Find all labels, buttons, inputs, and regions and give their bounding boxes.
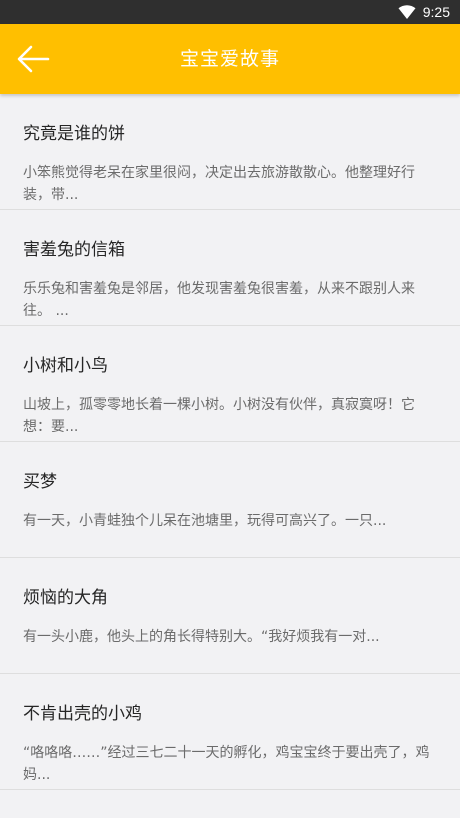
status-bar: 9:25 (0, 0, 460, 24)
list-item[interactable]: 究竟是谁的饼 小笨熊觉得老呆在家里很闷，决定出去旅游散散心。他整理好行装，带..… (0, 94, 460, 210)
story-summary: 山坡上，孤零零地长着一棵小树。小树没有伙伴，真寂寞呀！它想：要... (23, 397, 415, 435)
list-item[interactable]: 不肯出壳的小鸡 “咯咯咯……”经过三七二十一天的孵化，鸡宝宝终于要出壳了，鸡妈.… (0, 674, 460, 790)
story-title: 究竟是谁的饼 (23, 124, 125, 144)
list-item[interactable]: 烦恼的大角 有一头小鹿，他头上的角长得特别大。“我好烦我有一对... (0, 558, 460, 674)
list-item[interactable]: 害羞兔的信箱 乐乐兔和害羞兔是邻居，他发现害羞兔很害羞，从来不跟别人来往。 ..… (0, 210, 460, 326)
story-summary: 乐乐兔和害羞兔是邻居，他发现害羞兔很害羞，从来不跟别人来往。 ... (23, 281, 415, 319)
wifi-icon (398, 5, 416, 19)
app-bar: 宝宝爱故事 (0, 24, 460, 94)
story-summary: 有一天，小青蛙独个儿呆在池塘里，玩得可高兴了。一只... (23, 513, 387, 529)
story-summary: “咯咯咯……”经过三七二十一天的孵化，鸡宝宝终于要出壳了，鸡妈... (23, 745, 430, 783)
story-title: 小树和小鸟 (23, 356, 108, 376)
status-time: 9:25 (422, 4, 450, 20)
story-title: 害羞兔的信箱 (23, 240, 125, 260)
story-title: 买梦 (23, 472, 57, 492)
story-title: 不肯出壳的小鸡 (23, 704, 142, 724)
story-list: 究竟是谁的饼 小笨熊觉得老呆在家里很闷，决定出去旅游散散心。他整理好行装，带..… (0, 94, 460, 790)
list-item[interactable]: 小树和小鸟 山坡上，孤零零地长着一棵小树。小树没有伙伴，真寂寞呀！它想：要... (0, 326, 460, 442)
list-item[interactable]: 买梦 有一天，小青蛙独个儿呆在池塘里，玩得可高兴了。一只... (0, 442, 460, 558)
story-summary: 有一头小鹿，他头上的角长得特别大。“我好烦我有一对... (23, 629, 380, 645)
story-title: 烦恼的大角 (23, 588, 108, 608)
page-title: 宝宝爱故事 (179, 48, 280, 70)
story-summary: 小笨熊觉得老呆在家里很闷，决定出去旅游散散心。他整理好行装，带... (23, 165, 415, 203)
